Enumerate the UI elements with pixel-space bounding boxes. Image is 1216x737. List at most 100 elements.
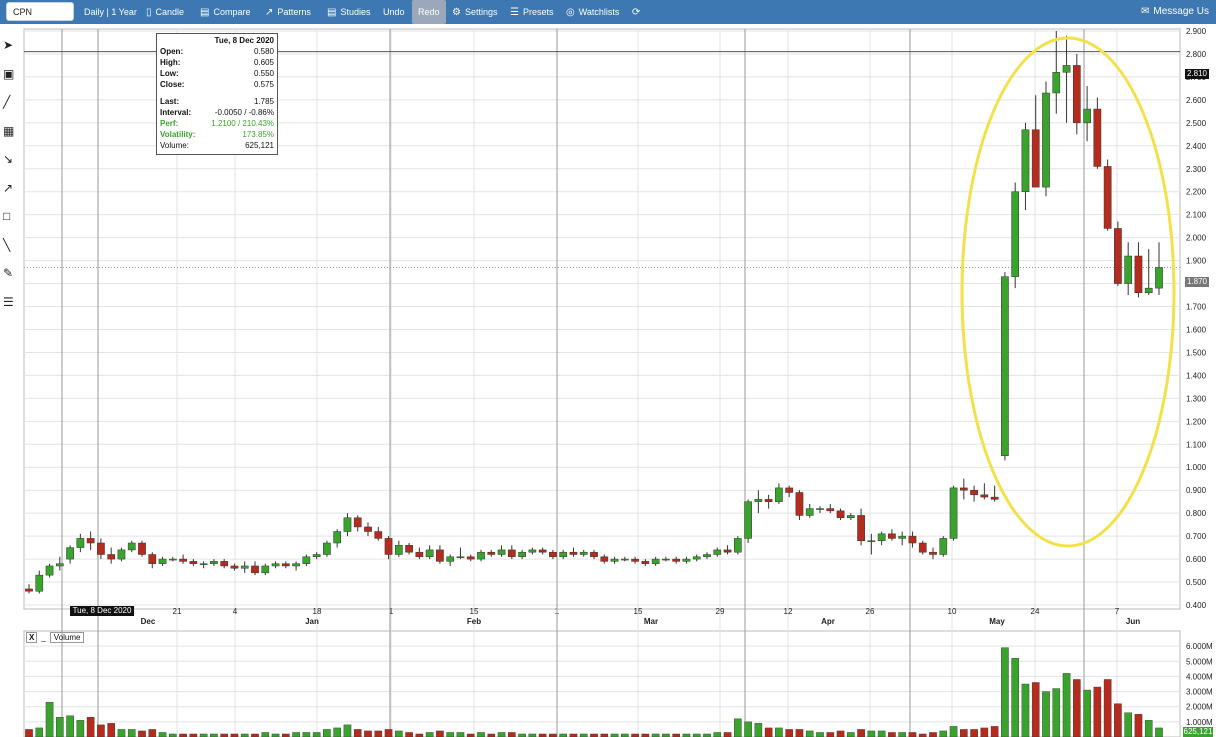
price-tick-label: 2.100 <box>1186 211 1207 220</box>
volume-bar <box>1011 658 1019 737</box>
candle-body <box>846 515 855 519</box>
high-price-flag: 2.810 <box>1185 69 1209 79</box>
candle-body <box>826 508 835 512</box>
candle-body <box>733 538 742 553</box>
volume-bar <box>816 732 824 737</box>
candle-body <box>1155 267 1163 289</box>
candle-body <box>240 565 249 569</box>
candle-body <box>682 558 691 562</box>
candle-body <box>785 487 794 493</box>
candle-body <box>179 558 187 562</box>
candle-body <box>528 549 537 553</box>
candle-body <box>805 508 814 516</box>
date-tick-label: 24 <box>1031 607 1040 616</box>
candle-body <box>466 556 475 560</box>
price-tick-label: 1.900 <box>1186 257 1207 266</box>
info-volume-row: Volume: 625,121 <box>160 140 274 151</box>
info-interval-label: Interval: <box>160 108 192 117</box>
month-label: Apr <box>821 617 835 626</box>
volume-bar <box>867 730 876 737</box>
info-low-label: Low: <box>160 69 179 78</box>
candle-body <box>281 563 290 567</box>
volume-bar <box>353 729 362 737</box>
candle-body <box>446 556 455 562</box>
volume-bar <box>107 723 115 737</box>
price-tick-label: 2.900 <box>1186 27 1207 36</box>
annotation-list-icon[interactable]: ☰ <box>3 295 19 311</box>
candle-body <box>898 535 907 539</box>
volume-bar <box>425 732 434 737</box>
price-tick-label: 0.900 <box>1186 486 1207 495</box>
pointer-icon[interactable]: ➤ <box>3 38 19 54</box>
fan-icon[interactable]: ↘ <box>3 152 19 168</box>
volume-bar <box>836 730 845 737</box>
volume-bar <box>25 729 33 737</box>
volume-bar <box>292 732 300 737</box>
date-tick-label: 7 <box>1115 607 1120 616</box>
volume-tick-label: 5.000M <box>1186 657 1213 666</box>
volume-bar <box>980 727 989 737</box>
candle-body <box>415 551 424 558</box>
minimize-volume-button[interactable]: _ <box>41 633 45 642</box>
info-last-value: 1.785 <box>253 97 274 106</box>
month-label: May <box>989 617 1005 626</box>
candle-body <box>651 558 660 564</box>
candle-body <box>990 496 999 500</box>
ohlc-info-box: Tue, 8 Dec 2020 Open: 0.580 High: 0.605 Lo… <box>156 33 278 155</box>
volume-bar <box>1031 682 1040 737</box>
volume-bar <box>138 730 146 737</box>
candle-body <box>158 558 167 564</box>
pen-icon[interactable]: ✎ <box>3 266 19 282</box>
candle-body <box>1093 108 1102 167</box>
volume-bar <box>384 729 393 737</box>
line-icon[interactable]: ╱ <box>3 95 19 111</box>
channel-icon[interactable]: ╲ <box>3 238 19 254</box>
price-tick-label: 1.200 <box>1186 417 1207 426</box>
volume-bar <box>857 729 865 737</box>
volume-bar <box>847 732 855 737</box>
candle-body <box>703 554 711 558</box>
info-perf-label: Perf: <box>160 119 179 128</box>
candle-body <box>1072 65 1081 124</box>
fibonacci-icon[interactable]: ▦ <box>3 124 19 140</box>
info-high-row: High: 0.605 <box>160 57 274 68</box>
candle-body <box>569 551 578 555</box>
candle-body <box>590 551 598 558</box>
volume-bar <box>898 732 906 737</box>
volume-bar <box>436 730 444 737</box>
candle-body <box>1021 129 1030 192</box>
month-label: Jan <box>305 617 319 626</box>
close-volume-button[interactable]: X <box>26 632 38 643</box>
candle-body <box>477 551 485 560</box>
last-price-flag: 1.870 <box>1185 277 1209 287</box>
volume-bar <box>1021 683 1030 737</box>
volume-bar <box>364 730 372 737</box>
candle-body <box>189 561 198 564</box>
candle-body <box>579 551 588 555</box>
month-label: Mar <box>644 617 658 626</box>
volume-bar <box>1134 714 1143 737</box>
info-volatility-label: Volatility: <box>160 130 196 139</box>
candle-body <box>641 561 650 564</box>
candle-body <box>220 561 229 567</box>
volume-bar <box>302 732 311 737</box>
arrow-icon[interactable]: ↗ <box>3 181 19 197</box>
volume-bar <box>1103 679 1112 737</box>
info-open-row: Open: 0.580 <box>160 46 274 57</box>
volume-bar <box>1083 689 1091 737</box>
candle-body <box>867 540 876 542</box>
volume-bar <box>939 730 948 737</box>
volume-bar <box>713 732 722 737</box>
candle-body <box>168 558 177 561</box>
drawing-tools: ➤ ▣ ╱ ▦ ↘ ↗ □ ╲ ✎ ☰ <box>0 24 24 737</box>
candle-body <box>610 558 619 562</box>
candle-body <box>538 549 547 553</box>
candle-body <box>549 551 557 558</box>
crosshair-icon[interactable]: ▣ <box>3 67 19 83</box>
price-tick-label: 0.700 <box>1186 532 1207 541</box>
candle-body <box>692 556 701 560</box>
price-tick-label: 0.500 <box>1186 578 1207 587</box>
candle-body <box>405 545 413 553</box>
rectangle-icon[interactable]: □ <box>3 209 19 225</box>
month-label: Feb <box>467 617 481 626</box>
